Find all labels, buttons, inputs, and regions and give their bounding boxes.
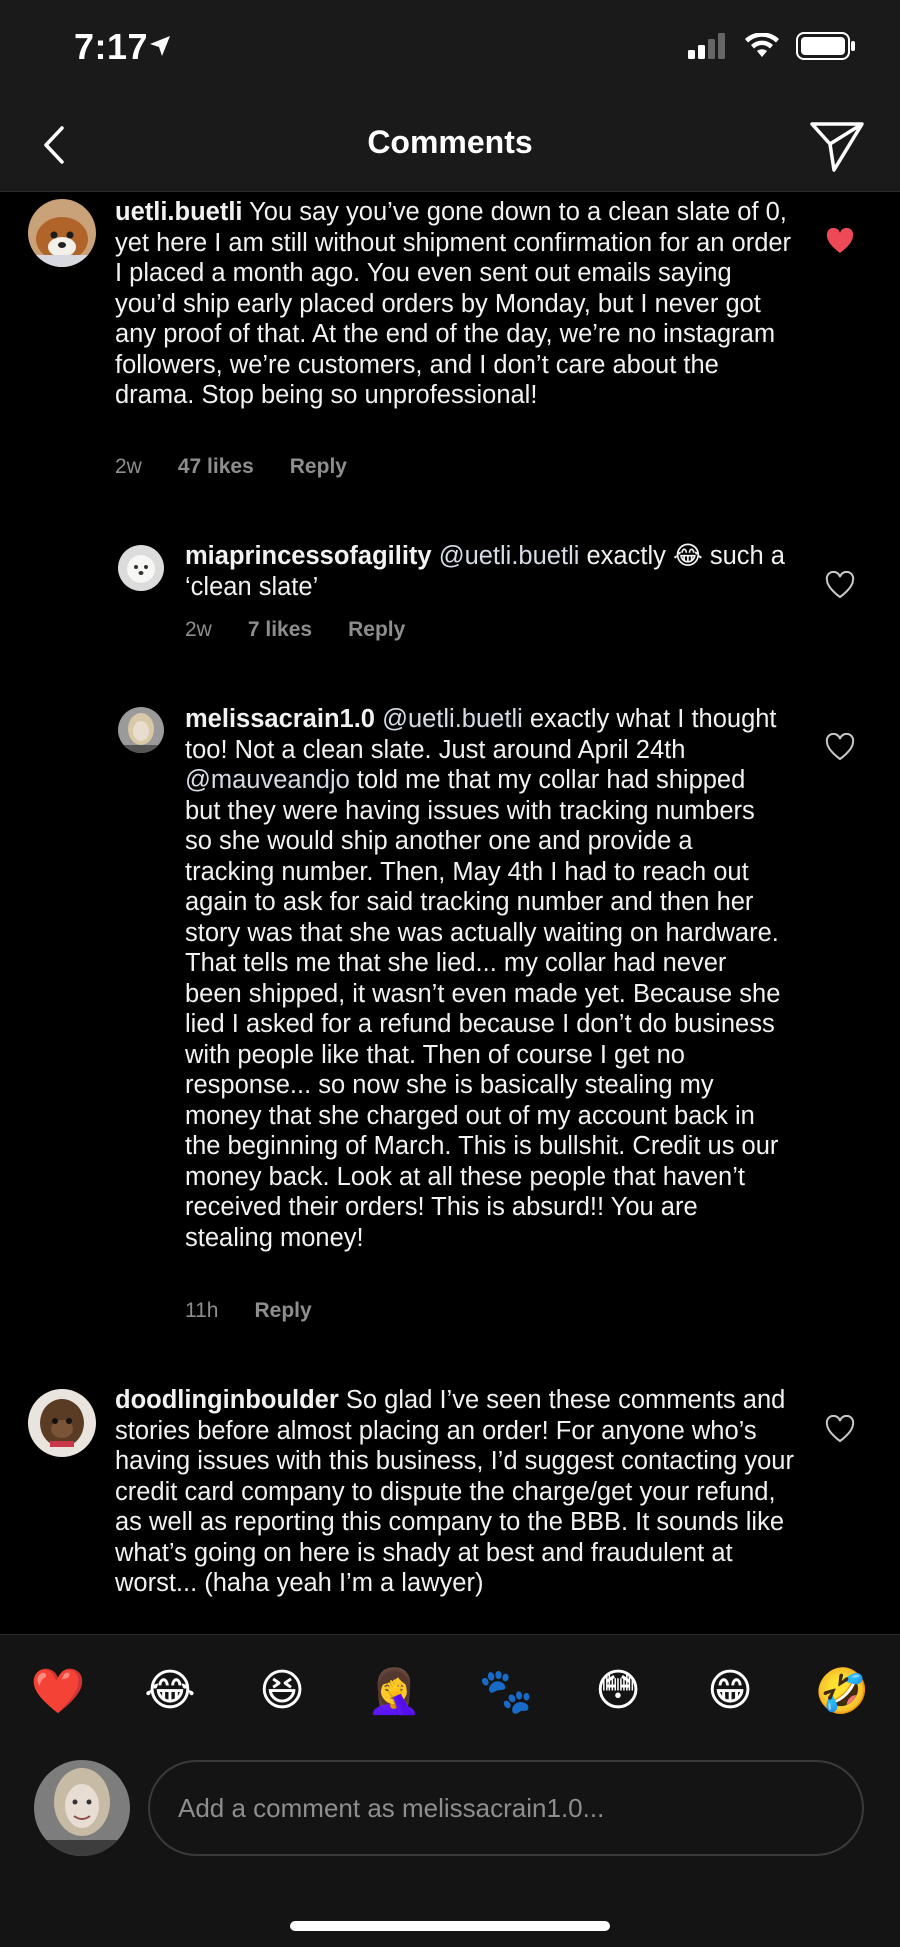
comment-text: uetli.buetli You say you’ve gone down to… (115, 197, 795, 411)
avatar[interactable] (28, 1389, 96, 1457)
reply-button[interactable]: Reply (254, 1299, 311, 1323)
nav-bar: Comments (0, 100, 900, 192)
emoji-heart-button[interactable]: ❤️ (28, 1665, 88, 1717)
home-indicator[interactable] (290, 1921, 610, 1931)
comment-text: miaprincessofagility @uetli.buetli exact… (185, 541, 785, 602)
emoji-facepalm-button[interactable]: 🤦‍♀️ (364, 1665, 424, 1717)
emoji-reaction-bar: ❤️ 😂 😆 🤦‍♀️ 🐾 😳 😁 🤣 (0, 1634, 900, 1754)
avatar[interactable] (118, 545, 164, 591)
liked-heart-icon[interactable] (825, 227, 855, 255)
heart-icon[interactable] (825, 733, 855, 761)
comment-composer (0, 1754, 900, 1947)
comment-time: 2w (115, 455, 142, 478)
mention-link[interactable]: @mauveandjo (185, 766, 350, 794)
emoji-paw-prints-button[interactable]: 🐾 (476, 1665, 536, 1717)
comment-body: You say you’ve gone down to a clean slat… (115, 198, 792, 409)
page-title: Comments (367, 124, 533, 160)
status-icons (688, 32, 856, 60)
comment-meta: 2w 47 likes Reply (115, 455, 347, 479)
add-comment-input[interactable] (148, 1760, 864, 1856)
comment-meta: 11h Reply (185, 1299, 312, 1323)
wifi-icon (745, 33, 779, 57)
comment-likes[interactable]: 47 likes (178, 455, 254, 479)
avatar[interactable] (118, 707, 164, 753)
mention-link[interactable]: @uetli.buetli (382, 705, 523, 733)
mention-link[interactable]: @uetli.buetli (439, 542, 580, 570)
reply-button[interactable]: Reply (290, 455, 347, 479)
my-avatar (34, 1760, 130, 1856)
comment-username[interactable]: uetli.buetli (115, 198, 243, 226)
heart-icon[interactable] (825, 571, 855, 599)
comment-meta: 2w 7 likes Reply (185, 618, 405, 642)
reply-button[interactable]: Reply (348, 618, 405, 642)
emoji-laugh-tears-button[interactable]: 😂 (140, 1665, 200, 1716)
status-bar: 7:17 (0, 0, 900, 100)
comment-likes[interactable]: 7 likes (248, 618, 312, 642)
comment-time: 2w (185, 618, 212, 641)
paper-plane-icon[interactable] (808, 116, 866, 174)
comment-username[interactable]: melissacrain1.0 (185, 705, 375, 733)
battery-icon (796, 32, 855, 60)
emoji-beaming-button[interactable]: 😁 (700, 1665, 760, 1716)
emoji-flushed-button[interactable]: 😳 (588, 1665, 648, 1716)
comment-text: melissacrain1.0 @uetli.buetli exactly wh… (185, 704, 785, 1253)
cellular-signal-icon (688, 33, 725, 59)
comment-username[interactable]: miaprincessofagility (185, 542, 432, 570)
comment-body: told me that my collar had shipped but t… (185, 766, 781, 1252)
heart-icon[interactable] (825, 1415, 855, 1443)
comment-username[interactable]: doodlinginboulder (115, 1386, 339, 1414)
avatar[interactable] (28, 199, 96, 267)
emoji-grin-squint-button[interactable]: 😆 (252, 1665, 312, 1716)
location-arrow-icon (150, 36, 170, 56)
status-time: 7:17 (74, 26, 149, 67)
comment-time: 11h (185, 1299, 219, 1322)
comment-body: So glad I’ve seen these comments and sto… (115, 1386, 794, 1597)
comment-text: doodlinginboulder So glad I’ve seen thes… (115, 1385, 795, 1599)
emoji-rofl-button[interactable]: 🤣 (812, 1665, 872, 1717)
comments-feed[interactable]: uetli.buetli You say you’ve gone down to… (0, 193, 900, 1633)
